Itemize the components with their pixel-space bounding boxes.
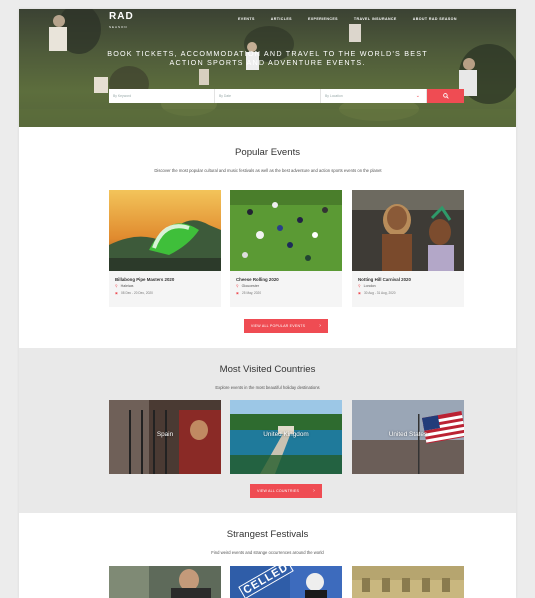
- event-date-text: 25 May, 2020: [242, 291, 262, 295]
- view-all-countries-label: VIEW ALL COUNTRIES: [257, 489, 300, 493]
- search-button[interactable]: [427, 89, 464, 103]
- keyword-input[interactable]: By Keyword: [109, 89, 215, 103]
- event-card[interactable]: Notting Hill Carnival 2020 ⚲ London ▣ 30 A…: [352, 190, 464, 307]
- location-pin-icon: ⚲: [358, 284, 361, 288]
- nav-item-travel-insurance[interactable]: TRAVEL INSURANCE: [354, 17, 397, 21]
- strangest-title: Strangest Festivals: [226, 529, 309, 540]
- chevron-right-icon: ›: [319, 323, 322, 329]
- event-name: Notting Hill Carnival 2020: [358, 277, 411, 282]
- location-pin-icon: ⚲: [115, 284, 118, 288]
- search-bar: By Keyword By Date By Location ⌄: [109, 89, 464, 103]
- calendar-icon: ▣: [236, 291, 240, 295]
- festival-card[interactable]: [109, 566, 221, 598]
- site-logo[interactable]: RAD SEASON: [109, 12, 134, 32]
- chevron-right-icon: ›: [313, 488, 315, 494]
- event-date-text: 08 Dec - 20 Dec, 2020: [121, 291, 153, 295]
- event-location-text: London: [363, 284, 376, 288]
- chevron-down-icon: ⌄: [415, 93, 420, 99]
- country-name: Spain: [156, 431, 174, 438]
- event-date: ▣ 08 Dec - 20 Dec, 2020: [115, 291, 153, 295]
- event-location-text: Gloucester: [241, 284, 260, 288]
- logo-text: RAD: [109, 11, 134, 22]
- date-input[interactable]: By Date: [215, 89, 321, 103]
- view-all-events-button[interactable]: VIEW ALL POPULAR EVENTS ›: [244, 319, 328, 333]
- strangest-subtitle: Find weird events and strange occurrence…: [211, 550, 324, 555]
- logo-tagline: SEASON: [109, 25, 128, 29]
- festival-card[interactable]: CELLED: [230, 566, 342, 598]
- festival-card[interactable]: [352, 566, 464, 598]
- event-card[interactable]: Billabong Pipe Masters 2020 ⚲ Haleiwa ▣ 08…: [109, 190, 221, 307]
- event-image-carnival: [352, 190, 464, 271]
- page: RAD SEASON EVENTS ARTICLES EXPERIENCES T…: [19, 9, 516, 598]
- event-image-wave: [109, 190, 221, 271]
- country-card-us[interactable]: United States: [352, 400, 464, 474]
- countries-title: Most Visited Countries: [219, 364, 316, 375]
- hero-title: BOOK TICKETS, ACCOMMODATION AND TRAVEL T…: [107, 49, 428, 67]
- event-date-text: 30 Aug - 31 Aug, 2020: [364, 291, 396, 295]
- country-name: United Kingdom: [263, 431, 309, 438]
- country-name: United States: [388, 431, 428, 438]
- location-pin-icon: ⚲: [236, 284, 239, 288]
- nav-item-about[interactable]: ABOUT RAD SEASON: [413, 17, 457, 21]
- location-select-label: By Location: [325, 94, 343, 98]
- event-date: ▣ 25 May, 2020: [236, 291, 261, 295]
- countries-subtitle: Explore events in the most beautiful hol…: [215, 385, 320, 390]
- view-all-events-label: VIEW ALL POPULAR EVENTS: [250, 324, 306, 328]
- main-nav: EVENTS ARTICLES EXPERIENCES TRAVEL INSUR…: [238, 17, 457, 21]
- country-card-spain[interactable]: Spain: [109, 400, 221, 474]
- calendar-icon: ▣: [115, 291, 119, 295]
- popular-events-subtitle: Discover the most popular cultural and m…: [154, 168, 382, 173]
- event-location: ⚲ London: [358, 284, 376, 288]
- event-date: ▣ 30 Aug - 31 Aug, 2020: [358, 291, 396, 295]
- festival-image-3: [352, 566, 464, 598]
- event-name: Cheese Rolling 2020: [236, 277, 279, 282]
- hero-background-image: [19, 9, 516, 127]
- festival-image-1: [109, 566, 221, 598]
- event-location: ⚲ Gloucester: [236, 284, 259, 288]
- event-card[interactable]: Cheese Rolling 2020 ⚲ Gloucester ▣ 25 May,…: [230, 190, 342, 307]
- search-icon: [442, 93, 449, 99]
- event-image-cheese: [230, 190, 342, 271]
- calendar-icon: ▣: [358, 291, 362, 295]
- country-card-uk[interactable]: United Kingdom: [230, 400, 342, 474]
- nav-item-experiences[interactable]: EXPERIENCES: [308, 17, 338, 21]
- event-location: ⚲ Haleiwa: [115, 284, 133, 288]
- event-name: Billabong Pipe Masters 2020: [115, 277, 175, 282]
- event-location-text: Haleiwa: [120, 284, 134, 288]
- nav-item-events[interactable]: EVENTS: [238, 17, 255, 21]
- hero-banner: RAD SEASON EVENTS ARTICLES EXPERIENCES T…: [19, 9, 516, 127]
- location-select[interactable]: By Location ⌄: [321, 89, 427, 103]
- popular-events-title: Popular Events: [234, 147, 301, 158]
- nav-item-articles[interactable]: ARTICLES: [271, 17, 292, 21]
- view-all-countries-button[interactable]: VIEW ALL COUNTRIES ›: [250, 484, 322, 498]
